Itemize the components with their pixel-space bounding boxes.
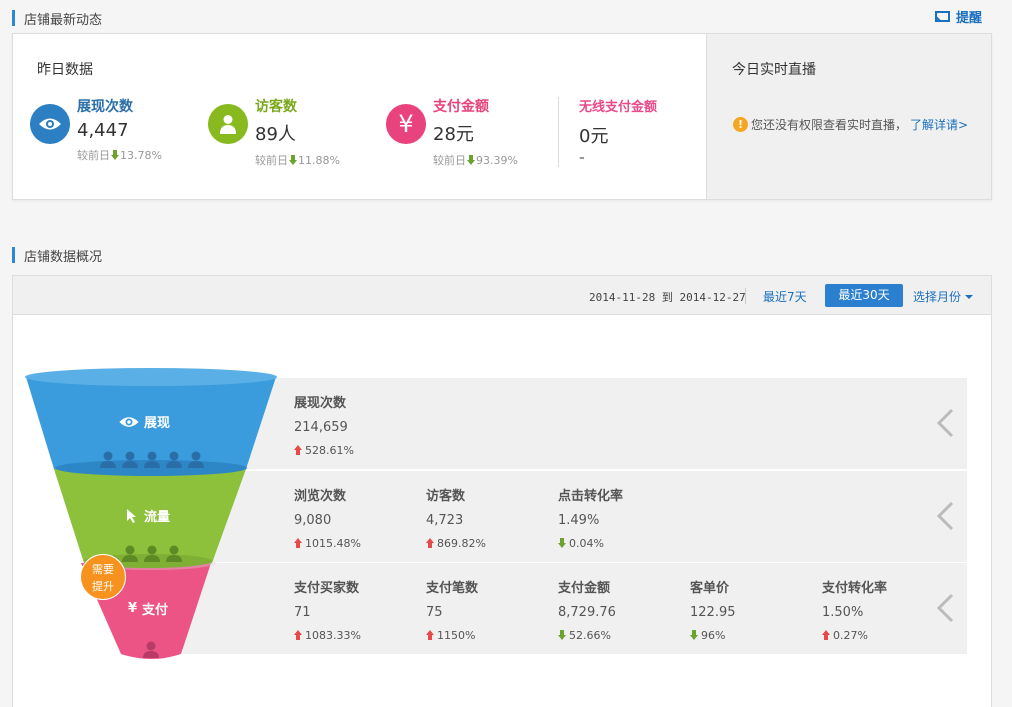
yen-icon: ¥ (128, 601, 138, 616)
live-warning: ! 您还没有权限查看实时直播， 了解详请> (733, 116, 968, 133)
chevron-left-icon[interactable] (935, 408, 955, 438)
funnel-label-payment: ¥ 支付 (128, 601, 169, 618)
stat-column: 支付转化率 1.50% 0.27% (822, 581, 888, 642)
arrow-down-icon (690, 630, 698, 640)
stat-column: 支付金额 8,729.76 52.66% (558, 581, 616, 642)
date-toolbar: 2014-11-28 到 2014-12-27 最近7天 最近30天 选择月份 (13, 276, 991, 315)
eye-icon (30, 104, 70, 144)
arrow-up-icon (294, 538, 302, 548)
select-month-dropdown[interactable]: 选择月份 (913, 288, 974, 305)
metric-label: 无线支付金额 (579, 100, 658, 115)
section-title: 店铺数据概况 (24, 249, 103, 265)
arrow-down-icon (558, 630, 566, 640)
stat-column: 客单价 122.95 96% (690, 581, 736, 642)
divider (558, 97, 559, 167)
funnel-band-traffic: 浏览次数 9,080 1015.48% 访客数 4,723 869.82% 点击… (183, 471, 967, 562)
live-panel: 今日实时直播 ! 您还没有权限查看实时直播， 了解详请> (706, 34, 991, 199)
learn-more-link[interactable]: 了解详请> (910, 116, 968, 133)
arrow-up-icon (426, 538, 434, 548)
arrow-down-icon (558, 538, 566, 548)
arrow-up-icon (294, 445, 302, 455)
funnel-label-impressions: 展现 (118, 412, 170, 431)
chevron-left-icon[interactable] (935, 593, 955, 623)
last-7-days-button[interactable]: 最近7天 (763, 288, 807, 305)
needs-improvement-badge: 需要 提升 (80, 554, 126, 600)
stat-column: 浏览次数 9,080 1015.48% (294, 489, 361, 550)
arrow-up-icon (426, 630, 434, 640)
arrow-up-icon (294, 630, 302, 640)
metric-compare: - (579, 150, 585, 166)
funnel-label-traffic: 流量 (126, 506, 170, 525)
caret-down-icon (965, 295, 974, 299)
stat-column: 支付买家数 71 1083.33% (294, 581, 361, 642)
metric-value: 28元 (433, 124, 474, 145)
remind-link[interactable]: 提醒 (934, 7, 982, 26)
mail-icon (934, 11, 950, 22)
metric-compare: 较前日 93.39% (433, 154, 518, 167)
section-marker (12, 10, 15, 26)
stat-column: 点击转化率 1.49% 0.04% (558, 489, 624, 550)
chevron-left-icon[interactable] (935, 501, 955, 531)
yesterday-card: 昨日数据 展现次数 4,447 较前日 13.78% 访客数 89人 较前日 11.… (12, 33, 992, 200)
arrow-down-icon (111, 150, 119, 160)
divider (745, 288, 746, 304)
metric-value: 0元 (579, 126, 609, 147)
people-icon (122, 545, 182, 562)
metric-value: 4,447 (77, 120, 129, 141)
remind-label: 提醒 (955, 11, 982, 26)
eye-icon (119, 416, 139, 427)
cursor-icon (127, 508, 136, 523)
metric-label: 展现次数 (77, 99, 133, 115)
live-title: 今日实时直播 (732, 62, 816, 78)
stat-column: 展现次数 214,659 528.61% (294, 396, 354, 457)
arrow-up-icon (822, 630, 830, 640)
metric-value: 89人 (255, 124, 296, 145)
metric-label: 支付金额 (433, 99, 489, 115)
metric-wireless-payment: 无线支付金额 0元 - (579, 96, 657, 166)
yen-icon: ¥ (386, 104, 426, 144)
arrow-down-icon (289, 155, 297, 165)
section-marker (12, 247, 15, 263)
funnel-band-payment: 支付买家数 71 1083.33% 支付笔数 75 1150% 支付金额 8,7… (183, 563, 967, 654)
user-icon (208, 104, 248, 144)
metric-compare: 较前日 13.78% (77, 149, 162, 162)
warning-icon: ! (733, 117, 748, 132)
yesterday-title: 昨日数据 (37, 62, 93, 78)
section-header-latest: 店铺最新动态 (12, 9, 103, 28)
stat-column: 支付笔数 75 1150% (426, 581, 479, 642)
metric-label: 访客数 (255, 99, 297, 115)
stat-column: 访客数 4,723 869.82% (426, 489, 486, 550)
section-title: 店铺最新动态 (24, 12, 103, 28)
arrow-down-icon (467, 155, 475, 165)
metric-compare: 较前日 11.88% (255, 154, 340, 167)
funnel-band-impressions: 展现次数 214,659 528.61% (183, 378, 967, 469)
last-30-days-button[interactable]: 最近30天 (825, 284, 903, 307)
section-header-overview: 店铺数据概况 (12, 246, 103, 265)
date-range: 2014-11-28 到 2014-12-27 (589, 291, 746, 304)
